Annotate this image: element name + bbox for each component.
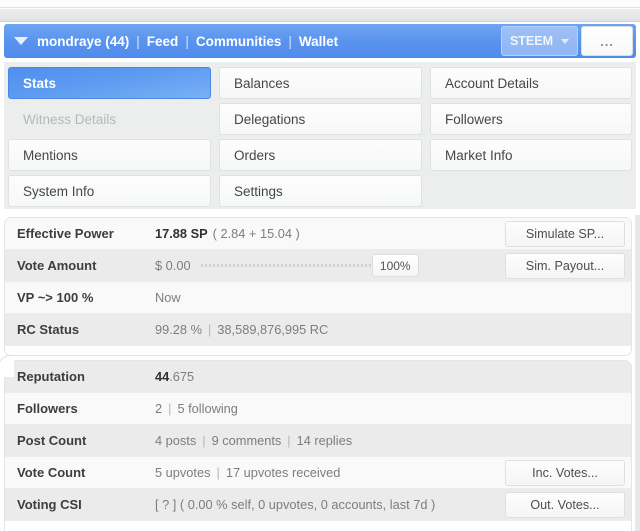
- nav-link-wallet[interactable]: Wallet: [299, 34, 338, 49]
- upvotes-given: 5 upvotes: [155, 465, 211, 480]
- replies-count: 14 replies: [296, 433, 353, 448]
- value-separator: |: [216, 465, 220, 480]
- vp-to-100-value: Now: [155, 290, 181, 305]
- slider-handle[interactable]: 100%: [371, 254, 419, 277]
- effective-power-amount: 17.88 SP: [155, 226, 208, 241]
- reputation-whole: 44: [155, 369, 170, 384]
- value-separator: |: [202, 433, 206, 448]
- row-value-reputation: 44 .675: [151, 369, 631, 384]
- panel-corner-notch: [0, 355, 14, 377]
- bar-separator-2: |: [185, 33, 189, 49]
- table-row: Vote Count 5 upvotes | 17 upvotes receiv…: [5, 457, 631, 489]
- stats-table-bottom: Reputation 44 .675 Followers 2 | 5 follo…: [4, 360, 632, 531]
- row-label-voting-csi: Voting CSI: [17, 497, 82, 512]
- tab-delegations[interactable]: Delegations: [219, 103, 422, 135]
- table-row: Post Count 4 posts | 9 comments | 14 rep…: [5, 425, 631, 457]
- rc-amount: 38,589,876,995 RC: [217, 322, 329, 337]
- account-bar: mondraye (44) | Feed | Communities | Wal…: [4, 24, 636, 58]
- sim-payout-button[interactable]: Sim. Payout...: [505, 253, 625, 279]
- tab-system-info[interactable]: System Info: [8, 175, 211, 207]
- bar-separator-1: |: [136, 33, 140, 49]
- table-row: RC Status 99.28 % | 38,589,876,995 RC: [5, 314, 631, 346]
- effective-power-breakdown: ( 2.84 + 15.04 ): [212, 226, 300, 241]
- tab-market-info[interactable]: Market Info: [430, 139, 632, 171]
- vertical-scrollbar[interactable]: [635, 215, 640, 531]
- row-label-followers: Followers: [17, 401, 78, 416]
- reputation-fraction: .675: [169, 369, 195, 384]
- row-value-post-count: 4 posts | 9 comments | 14 replies: [151, 433, 631, 448]
- row-label-post-count: Post Count: [17, 433, 87, 448]
- row-value-rc-status: 99.28 % | 38,589,876,995 RC: [151, 322, 631, 337]
- nav-link-feed[interactable]: Feed: [147, 34, 179, 49]
- rc-percent: 99.28 %: [155, 322, 202, 337]
- tab-orders[interactable]: Orders: [219, 139, 422, 171]
- app-window: mondraye (44) | Feed | Communities | Wal…: [0, 0, 640, 531]
- vote-amount-value: $ 0.00: [155, 258, 191, 273]
- chevron-down-icon[interactable]: [14, 37, 28, 45]
- row-label-reputation: Reputation: [17, 369, 85, 384]
- table-row: VP ~> 100 % Now: [5, 282, 631, 314]
- posts-count: 4 posts: [155, 433, 197, 448]
- account-name-label[interactable]: mondraye (44): [37, 34, 129, 49]
- table-row: Vote Amount $ 0.00 100% Sim. Payout...: [5, 250, 631, 282]
- upvotes-received: 17 upvotes received: [225, 465, 341, 480]
- tab-mentions[interactable]: Mentions: [8, 139, 211, 171]
- stats-table-top: Effective Power 17.88 SP ( 2.84 + 15.04 …: [4, 217, 632, 356]
- more-options-button[interactable]: ...: [581, 26, 633, 56]
- bar-separator-3: |: [288, 33, 292, 49]
- row-label-vp-to-100: VP ~> 100 %: [17, 290, 94, 305]
- chevron-down-icon: [561, 38, 569, 44]
- table-row: Followers 2 | 5 following: [5, 393, 631, 425]
- followers-count: 2: [155, 401, 163, 416]
- tab-grid: Stats Balances Account Details Witness D…: [4, 62, 636, 209]
- incoming-votes-button[interactable]: Inc. Votes...: [505, 460, 625, 486]
- following-count: 5 following: [177, 401, 238, 416]
- tab-empty-slot: [430, 175, 632, 207]
- row-label-rc-status: RC Status: [17, 322, 80, 337]
- row-value-followers: 2 | 5 following: [151, 401, 631, 416]
- table-row: Voting CSI [ ? ] ( 0.00 % self, 0 upvote…: [5, 489, 631, 521]
- voting-csi-value: [ ? ] ( 0.00 % self, 0 upvotes, 0 accoun…: [155, 497, 436, 512]
- row-label-effective-power: Effective Power: [17, 226, 114, 241]
- table-row: Effective Power 17.88 SP ( 2.84 + 15.04 …: [5, 218, 631, 250]
- table-row: Reputation 44 .675: [5, 361, 631, 393]
- window-toolbar-strip: [0, 9, 640, 22]
- value-separator: |: [287, 433, 291, 448]
- tab-witness-details: Witness Details: [8, 103, 211, 135]
- tab-settings[interactable]: Settings: [219, 175, 422, 207]
- value-separator: |: [168, 401, 172, 416]
- comments-count: 9 comments: [211, 433, 282, 448]
- value-separator: |: [207, 322, 212, 337]
- chain-select[interactable]: STEEM: [500, 26, 578, 56]
- chain-select-value: STEEM: [509, 34, 553, 48]
- row-value-vp-to-100: Now: [151, 290, 631, 305]
- tab-followers[interactable]: Followers: [430, 103, 632, 135]
- row-label-vote-amount: Vote Amount: [17, 258, 97, 273]
- nav-link-communities[interactable]: Communities: [196, 34, 282, 49]
- tab-balances[interactable]: Balances: [219, 67, 422, 99]
- vote-weight-slider[interactable]: 100%: [200, 254, 419, 278]
- simulate-sp-button[interactable]: Simulate SP...: [505, 221, 625, 247]
- tab-stats[interactable]: Stats: [8, 67, 211, 99]
- row-label-vote-count: Vote Count: [17, 465, 86, 480]
- window-titlebar-strip: [0, 0, 640, 8]
- outgoing-votes-button[interactable]: Out. Votes...: [505, 492, 625, 518]
- tab-account-details[interactable]: Account Details: [430, 67, 632, 99]
